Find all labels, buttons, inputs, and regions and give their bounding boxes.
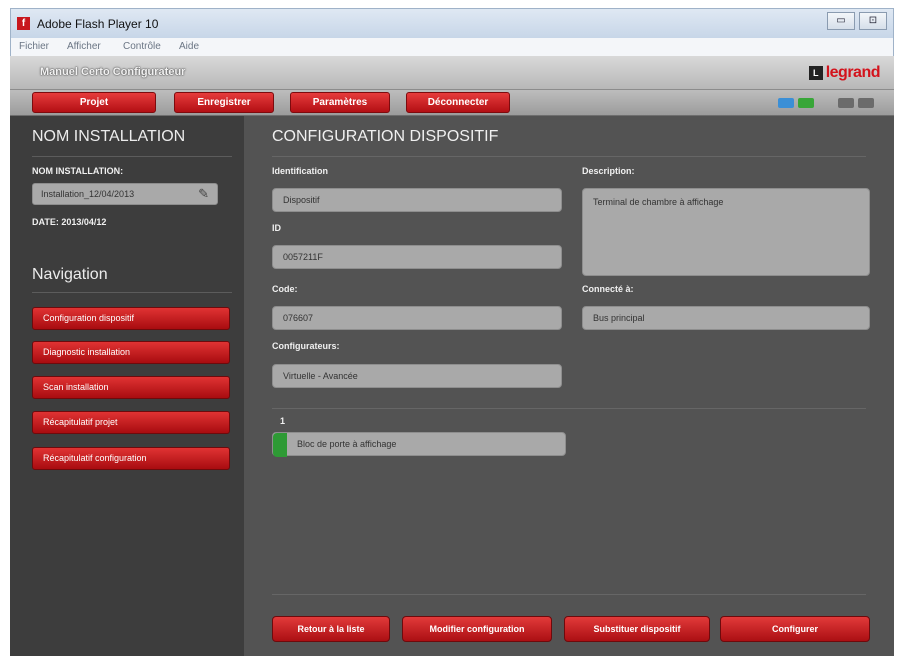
maximize-button[interactable]: ⊡ — [859, 12, 887, 30]
id-field[interactable]: 0057211F — [272, 245, 562, 269]
modify-configuration-button[interactable]: Modifier configuration — [402, 616, 552, 642]
app-title: Manuel Certo Configurateur — [40, 66, 186, 78]
window-title: Adobe Flash Player 10 — [37, 17, 159, 31]
projet-button[interactable]: Projet — [32, 92, 156, 113]
status-network-icon — [778, 98, 794, 108]
parametres-button[interactable]: Paramètres — [290, 92, 390, 113]
connected-to-field[interactable]: Bus principal — [582, 306, 870, 330]
status-print-icon — [858, 98, 874, 108]
window-titlebar: f Adobe Flash Player 10 ▭ ⊡ — [10, 8, 894, 38]
app-header: Manuel Certo Configurateur L legrand — [10, 56, 894, 90]
description-label: Description: — [582, 166, 635, 176]
legrand-logo: L legrand — [808, 63, 881, 83]
edit-pencil-icon[interactable]: ✎ — [198, 186, 209, 202]
configure-button[interactable]: Configurer — [720, 616, 870, 642]
installation-name-label: NOM INSTALLATION: — [32, 166, 124, 176]
connected-to-label: Connecté à: — [582, 284, 634, 294]
brand-mark-icon: L — [808, 66, 823, 80]
nav-configuration-dispositif[interactable]: Configuration dispositif — [32, 307, 230, 330]
toolbar: Projet Enregistrer Paramètres Déconnecte… — [10, 90, 894, 116]
divider — [32, 292, 232, 293]
config-slot-field[interactable]: Bloc de porte à affichage — [272, 432, 566, 457]
identification-label: Identification — [272, 166, 328, 176]
menu-aide[interactable]: Aide — [179, 41, 199, 52]
divider — [32, 156, 232, 157]
config-slot-value: Bloc de porte à affichage — [297, 439, 397, 449]
menu-fichier[interactable]: Fichier — [19, 41, 49, 52]
menu-controle[interactable]: Contrôle — [123, 41, 161, 52]
nav-recapitulatif-configuration[interactable]: Récapitulatif configuration — [32, 447, 230, 470]
nav-diagnostic-installation[interactable]: Diagnostic installation — [32, 341, 230, 364]
installation-heading: NOM INSTALLATION — [32, 128, 186, 145]
status-connected-icon — [798, 98, 814, 108]
substitute-device-button[interactable]: Substituer dispositif — [564, 616, 710, 642]
minimize-button[interactable]: ▭ — [827, 12, 855, 30]
divider — [272, 156, 866, 157]
flash-app-icon: f — [17, 17, 30, 30]
nav-scan-installation[interactable]: Scan installation — [32, 376, 230, 399]
installation-date: DATE: 2013/04/12 — [32, 217, 107, 227]
enregistrer-button[interactable]: Enregistrer — [174, 92, 274, 113]
back-to-list-button[interactable]: Retour à la liste — [272, 616, 390, 642]
divider — [272, 594, 866, 595]
code-label: Code: — [272, 284, 298, 294]
status-device-icon — [838, 98, 854, 108]
page-title: CONFIGURATION DISPOSITIF — [272, 128, 499, 145]
code-field[interactable]: 076607 — [272, 306, 562, 330]
slot-status-indicator — [273, 433, 287, 457]
navigation-heading: Navigation — [32, 266, 108, 283]
installation-name-field[interactable]: Installation_12/04/2013 ✎ — [32, 183, 218, 205]
divider — [272, 408, 866, 409]
id-label: ID — [272, 223, 281, 233]
brand-name: legrand — [825, 64, 881, 81]
sidebar: NOM INSTALLATION NOM INSTALLATION: Insta… — [10, 116, 244, 656]
installation-name-value: Installation_12/04/2013 — [41, 189, 135, 199]
nav-recapitulatif-projet[interactable]: Récapitulatif projet — [32, 411, 230, 434]
flash-app: Manuel Certo Configurateur L legrand Pro… — [10, 56, 894, 656]
slot-number: 1 — [280, 416, 286, 426]
configurators-field[interactable]: Virtuelle - Avancée — [272, 364, 562, 388]
main-panel: CONFIGURATION DISPOSITIF Identification … — [244, 116, 894, 656]
menu-afficher[interactable]: Afficher — [67, 41, 101, 52]
menu-bar: Fichier Afficher Contrôle Aide — [10, 38, 894, 56]
description-field[interactable]: Terminal de chambre à affichage — [582, 188, 870, 276]
identification-field[interactable]: Dispositif — [272, 188, 562, 212]
deconnecter-button[interactable]: Déconnecter — [406, 92, 510, 113]
configurators-label: Configurateurs: — [272, 341, 340, 351]
